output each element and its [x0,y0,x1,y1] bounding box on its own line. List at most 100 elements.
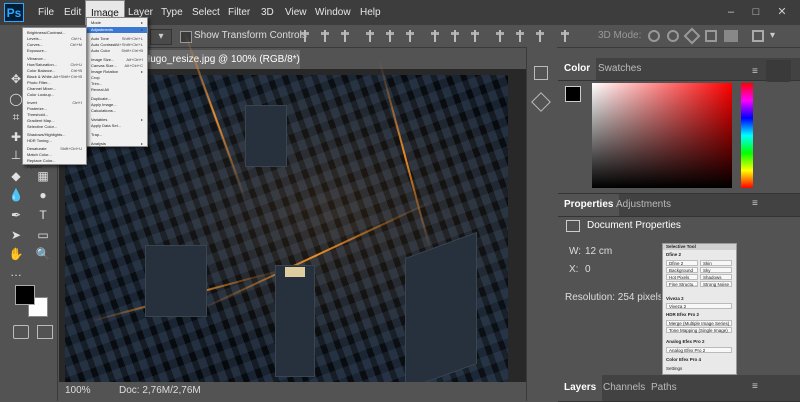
selective-section-header[interactable]: Dfine 2 [666,252,681,258]
3d-scale-icon[interactable] [724,30,738,42]
hue-slider[interactable] [741,83,753,188]
foreground-color-swatch[interactable] [15,285,35,305]
type-tool-icon[interactable]: T [33,206,53,224]
image-menu-item[interactable]: Calculations... [87,108,147,114]
selective-tool-button[interactable]: Strong Noise [700,281,732,287]
selective-section-header[interactable]: HDR Efex Pro 2 [666,312,699,318]
image-menu-item-label: Image Rotation [91,69,119,74]
tab-channels[interactable]: Channels [597,375,651,401]
distribute-top-icon[interactable] [430,30,440,42]
adjustments-menu-item[interactable]: Color Lookup... [23,92,86,98]
image-menu-item[interactable]: Trap... [87,132,147,138]
selective-tool-title[interactable]: Selective Tool [663,244,736,250]
menu-filter[interactable]: Filter [223,0,255,25]
adjustments-menu-item-label: Brightness/Contrast... [27,30,66,35]
close-window-button[interactable]: ✕ [773,4,791,20]
image-menu-item[interactable]: Analysis ▸ [87,141,147,147]
align-right-icon[interactable] [405,30,415,42]
distribute-left-icon[interactable] [495,30,505,42]
menu-type[interactable]: Type [156,0,188,25]
menu-select[interactable]: Select [187,0,225,25]
hand-tool-icon[interactable]: ✋ [6,245,26,263]
photoshop-logo[interactable]: Ps [4,3,24,22]
maximize-button[interactable]: □ [747,4,765,20]
selective-tool-button[interactable]: Fine Structu... [666,281,698,287]
blur-tool-icon[interactable]: 💧 [6,186,26,204]
image-menu-item[interactable]: Auto Color Shift+Ctrl+B [87,48,147,54]
menu-3d[interactable]: 3D [256,0,279,25]
panel-menu-icon[interactable]: ≡ [752,66,758,77]
layers-menu-icon[interactable]: ≡ [752,381,758,392]
adjustments-menu-item[interactable]: HDR Toning... [23,138,86,144]
menu-help[interactable]: Help [355,0,386,25]
screen-mode-icon[interactable] [37,325,53,339]
zoom-tool-icon[interactable]: 🔍 [33,245,53,263]
menu-edit[interactable]: Edit [59,0,86,25]
selective-section-header[interactable]: Color Efex Pro 4 [666,357,701,363]
workspace-dropdown[interactable]: ▾ [770,29,775,43]
selective-tool-button[interactable]: Viveza 2 [666,303,732,309]
adjustments-menu-item[interactable]: Equalize [23,164,86,170]
align-left-icon[interactable] [365,30,375,42]
tab-paths[interactable]: Paths [645,375,683,401]
image-menu-item[interactable]: Apply Data Set... [87,123,147,129]
selective-tool-button[interactable]: Merge (Multiple Image Series) [666,320,732,326]
distribute-vcenter-icon[interactable] [450,30,460,42]
image-menu-item[interactable]: Adjustments ▸ [87,27,147,33]
document-tab[interactable]: Hugo_resize.jpg @ 100% (RGB/8*) ✕ [135,50,300,84]
distribute-hcenter-icon[interactable] [515,30,525,42]
path-selection-icon[interactable]: ➤ [6,226,26,244]
adjustments-menu-item[interactable]: Selective Color... [23,124,86,130]
tab-adjustments[interactable]: Adjustments [610,194,677,216]
pen-tool-icon[interactable]: ✒ [6,206,26,224]
history-panel-icon[interactable] [534,66,548,80]
selective-settings-link[interactable]: Settings [666,366,682,372]
selective-section-header[interactable]: Analog Efex Pro 2 [666,339,705,345]
dodge-tool-icon[interactable]: ● [33,186,53,204]
image-menu-item[interactable]: Mode ▸ [87,20,147,26]
auto-align-icon[interactable] [560,30,570,42]
selective-tool-button[interactable]: Tone Mapping (Single Image) [666,327,732,333]
selective-tool-button[interactable]: Sky [700,267,732,273]
menu-file[interactable]: File [33,0,59,25]
x-value[interactable]: 0 [585,264,591,275]
selective-tool-button[interactable]: Skin [700,260,732,266]
selective-tool-button[interactable]: Dfine 2 [666,260,698,266]
status-bar: 100% Doc: 2,76M/2,76M ❯ [59,382,557,401]
selective-section-header[interactable]: Viveza 2 [666,296,684,302]
distribute-right-icon[interactable] [535,30,545,42]
align-bottom-icon[interactable] [340,30,350,42]
align-hcenter-icon[interactable] [385,30,395,42]
image-menu-item[interactable]: Reveal All [87,87,147,93]
selective-tool-button[interactable]: Hot Pixels [666,274,698,280]
3d-roll-icon[interactable] [667,30,679,42]
minimize-button[interactable]: – [722,4,740,20]
3d-rotate-icon[interactable] [648,30,660,42]
auto-select-dropdown[interactable]: ▾ [150,29,172,45]
3d-slide-icon[interactable] [705,30,717,42]
workspace-icon[interactable] [752,30,764,42]
distribute-bottom-icon[interactable] [470,30,480,42]
rectangle-tool-icon[interactable]: ▭ [33,226,53,244]
color-fg-swatch[interactable] [565,86,581,102]
zoom-level[interactable]: 100% [65,385,91,396]
align-top-icon[interactable] [300,30,310,42]
tab-color[interactable]: Color [558,58,597,80]
selective-tool-button[interactable]: Background [666,267,698,273]
selective-tool-button[interactable]: Shadows [700,274,732,280]
quick-mask-icon[interactable] [13,325,29,339]
tab-layers[interactable]: Layers [558,375,603,401]
menu-window[interactable]: Window [310,0,356,25]
tab-swatches[interactable]: Swatches [592,58,647,80]
x-label: X: [569,264,579,275]
properties-menu-icon[interactable]: ≡ [752,198,758,209]
width-value[interactable]: 12 cm [585,246,612,257]
more-tools-icon[interactable]: … [6,263,26,281]
menu-view[interactable]: View [280,0,312,25]
adjustments-menu-item[interactable]: Exposure... [23,48,86,54]
align-vcenter-icon[interactable] [320,30,330,42]
color-picker-field[interactable] [592,83,732,188]
selective-tool-button[interactable]: Analog Efex Pro 2 [666,347,732,353]
cc-libraries-icon[interactable] [766,60,791,82]
image-menu-item-shortcut: ▸ [140,27,143,32]
